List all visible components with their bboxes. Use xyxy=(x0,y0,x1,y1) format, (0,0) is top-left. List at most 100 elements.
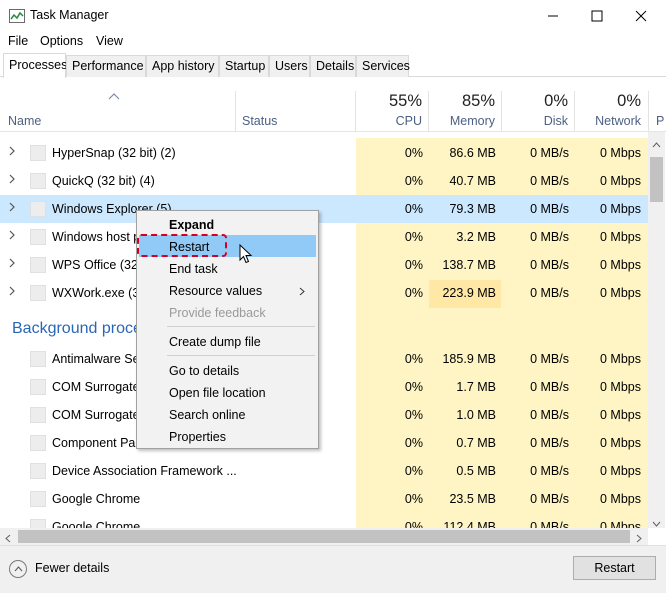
chevron-right-icon[interactable] xyxy=(8,258,20,270)
cpu-value: 0% xyxy=(404,230,423,244)
network-value: 0 Mbps xyxy=(600,202,641,216)
menu-item-resource-values[interactable]: Resource values xyxy=(137,279,318,301)
memory-value: 1.7 MB xyxy=(456,380,496,394)
maximize-button[interactable] xyxy=(574,0,620,31)
process-icon xyxy=(30,145,46,161)
process-icon xyxy=(30,201,46,217)
cpu-value: 0% xyxy=(404,436,423,450)
column-network[interactable]: Network xyxy=(575,114,641,128)
tab-startup[interactable]: Startup xyxy=(219,55,269,77)
submenu-arrow-icon xyxy=(299,285,305,299)
restart-button[interactable]: Restart xyxy=(573,556,656,580)
disk-value: 0 MB/s xyxy=(530,202,569,216)
table-row[interactable]: COM Surrogate 0% 1.0 MB 0 MB/s 0 Mbps xyxy=(0,401,648,429)
tab-processes[interactable]: Processes xyxy=(3,53,67,78)
disk-value: 0 MB/s xyxy=(530,464,569,478)
process-name: Component Pac xyxy=(52,436,142,450)
table-row[interactable]: Antimalware Se 0% 185.9 MB 0 MB/s 0 Mbps xyxy=(0,345,648,373)
tab-app-history[interactable]: App history xyxy=(146,55,219,77)
scroll-up-icon[interactable] xyxy=(652,137,661,151)
column-disk[interactable]: Disk xyxy=(502,114,568,128)
horizontal-scroll-thumb[interactable] xyxy=(18,530,630,543)
table-row[interactable]: Windows Explorer (5) 0% 79.3 MB 0 MB/s 0 Mbp… xyxy=(0,195,648,223)
chevron-up-circle-icon[interactable] xyxy=(9,560,27,578)
menu-file[interactable]: File xyxy=(8,34,28,48)
memory-value: 40.7 MB xyxy=(449,174,496,188)
disk-total: 0% xyxy=(544,92,568,110)
network-value: 0 Mbps xyxy=(600,408,641,422)
menu-item-create-dump-file[interactable]: Create dump file xyxy=(137,330,318,352)
menu-item-search-online[interactable]: Search online xyxy=(137,403,318,425)
tab-details[interactable]: Details xyxy=(310,55,356,77)
fewer-details-link[interactable]: Fewer details xyxy=(35,561,109,575)
tab-users[interactable]: Users xyxy=(269,55,310,77)
table-row[interactable]: WXWork.exe (32 0% 223.9 MB 0 MB/s 0 Mbps xyxy=(0,279,648,307)
menu-item-go-to-details[interactable]: Go to details xyxy=(137,359,318,381)
menu-item-end-task[interactable]: End task xyxy=(137,257,318,279)
network-value: 0 Mbps xyxy=(600,286,641,300)
tab-performance[interactable]: Performance xyxy=(66,55,146,77)
menu-item-provide-feedback: Provide feedback xyxy=(169,306,266,320)
process-icon xyxy=(30,285,46,301)
process-icon xyxy=(30,435,46,451)
process-name: HyperSnap (32 bit) (2) xyxy=(52,146,176,160)
table-row[interactable]: Component Pac 0% 0.7 MB 0 MB/s 0 Mbps xyxy=(0,429,648,457)
memory-value: 185.9 MB xyxy=(442,352,496,366)
footer: Fewer details Restart xyxy=(0,545,666,593)
menu-view[interactable]: View xyxy=(96,34,123,48)
chevron-right-icon[interactable] xyxy=(8,286,20,298)
column-name[interactable]: Name xyxy=(8,114,41,128)
memory-value: 3.2 MB xyxy=(456,230,496,244)
network-value: 0 Mbps xyxy=(600,230,641,244)
chevron-right-icon[interactable] xyxy=(8,146,20,158)
process-name: WXWork.exe (32 xyxy=(52,286,147,300)
menu-item-properties[interactable]: Properties xyxy=(137,425,318,447)
chevron-right-icon[interactable] xyxy=(8,230,20,242)
cpu-value: 0% xyxy=(404,464,423,478)
table-row[interactable]: Google Chrome 0% 23.5 MB 0 MB/s 0 Mbps xyxy=(0,485,648,513)
cpu-value: 0% xyxy=(404,492,423,506)
column-header: Name Status 55% CPU 85% Memory 0% Disk 0… xyxy=(0,77,666,132)
column-status[interactable]: Status xyxy=(242,114,277,128)
process-name: QuickQ (32 bit) (4) xyxy=(52,174,155,188)
table-row[interactable]: Windows host p 0% 3.2 MB 0 MB/s 0 Mbps xyxy=(0,223,648,251)
chevron-right-icon[interactable] xyxy=(8,174,20,186)
process-name: Windows host p xyxy=(52,230,141,244)
minimize-button[interactable] xyxy=(530,0,576,31)
process-name: Device Association Framework ... xyxy=(52,464,237,478)
memory-value: 0.7 MB xyxy=(456,436,496,450)
process-name: Google Chrome xyxy=(52,492,141,506)
chevron-right-icon[interactable] xyxy=(8,202,20,214)
table-row[interactable]: HyperSnap (32 bit) (2) 0% 86.6 MB 0 MB/s 0 M… xyxy=(0,139,648,167)
process-icon xyxy=(30,407,46,423)
scroll-down-icon[interactable] xyxy=(652,516,661,530)
menu-options[interactable]: Options xyxy=(40,34,83,48)
disk-value: 0 MB/s xyxy=(530,380,569,394)
scroll-right-icon[interactable] xyxy=(636,532,642,546)
network-total: 0% xyxy=(617,92,641,110)
column-cpu[interactable]: CPU xyxy=(356,114,422,128)
network-value: 0 Mbps xyxy=(600,174,641,188)
vertical-scroll-thumb[interactable] xyxy=(650,157,663,202)
process-name: WPS Office (32 xyxy=(52,258,138,272)
menu-item-open-file-location[interactable]: Open file location xyxy=(137,381,318,403)
table-row[interactable]: Device Association Framework ... 0% 0.5 MB… xyxy=(0,457,648,485)
menu-item-expand[interactable]: Expand xyxy=(137,213,318,235)
process-icon xyxy=(30,229,46,245)
table-row[interactable]: COM Surrogate 0% 1.7 MB 0 MB/s 0 Mbps xyxy=(0,373,648,401)
process-icon xyxy=(30,257,46,273)
network-value: 0 Mbps xyxy=(600,492,641,506)
column-memory[interactable]: Memory xyxy=(429,114,495,128)
cpu-value: 0% xyxy=(404,258,423,272)
menu-separator xyxy=(167,355,315,356)
cpu-total: 55% xyxy=(388,92,422,110)
table-row[interactable]: QuickQ (32 bit) (4) 0% 40.7 MB 0 MB/s 0 Mbps xyxy=(0,167,648,195)
tab-services[interactable]: Services xyxy=(356,55,410,77)
disk-value: 0 MB/s xyxy=(530,174,569,188)
menu-separator xyxy=(167,326,315,327)
close-button[interactable] xyxy=(618,0,664,31)
scroll-left-icon[interactable] xyxy=(5,532,11,546)
table-row[interactable]: WPS Office (32 0% 138.7 MB 0 MB/s 0 Mbps xyxy=(0,251,648,279)
column-power[interactable]: P xyxy=(656,114,664,128)
process-name: COM Surrogate xyxy=(52,380,140,394)
